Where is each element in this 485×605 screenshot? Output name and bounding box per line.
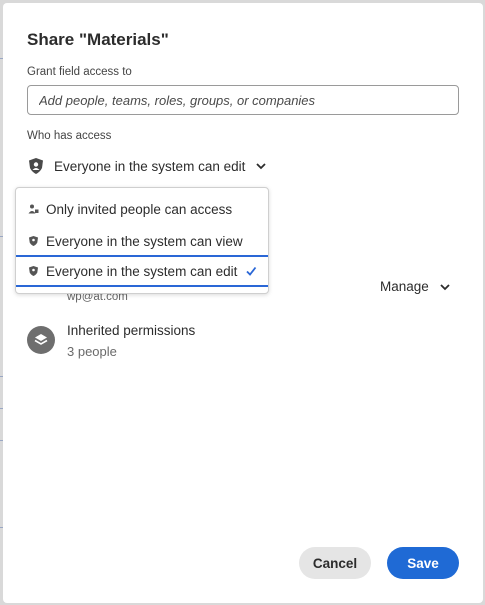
menu-item-label: Only invited people can access bbox=[46, 201, 233, 217]
save-button[interactable]: Save bbox=[387, 547, 459, 579]
grant-access-label: Grant field access to bbox=[27, 66, 132, 78]
menu-item-everyone-edit[interactable]: Everyone in the system can edit bbox=[16, 255, 268, 287]
shield-icon bbox=[28, 236, 39, 247]
shield-icon bbox=[27, 157, 45, 175]
chevron-down-icon bbox=[255, 160, 267, 172]
menu-item-label: Everyone in the system can edit bbox=[46, 263, 238, 279]
layers-icon bbox=[27, 326, 55, 354]
access-level-menu: Only invited people can access Everyone … bbox=[15, 187, 269, 294]
inherited-permissions-title: Inherited permissions bbox=[67, 323, 196, 338]
menu-item-label: Everyone in the system can view bbox=[46, 233, 243, 249]
member-role-dropdown[interactable]: Manage bbox=[380, 279, 451, 294]
access-level-dropdown[interactable]: Everyone in the system can edit bbox=[27, 155, 267, 177]
menu-item-invited-only[interactable]: Only invited people can access bbox=[16, 193, 268, 225]
dialog-title: Share "Materials" bbox=[27, 30, 169, 49]
access-level-value: Everyone in the system can edit bbox=[54, 158, 246, 174]
member-role-label: Manage bbox=[380, 279, 429, 294]
invited-person-icon bbox=[28, 204, 39, 215]
checkmark-icon bbox=[245, 265, 257, 277]
inherited-permissions-count: 3 people bbox=[67, 344, 117, 359]
chevron-down-icon bbox=[439, 281, 451, 293]
who-has-access-label: Who has access bbox=[27, 130, 112, 142]
grant-access-input[interactable] bbox=[27, 85, 459, 115]
menu-item-everyone-view[interactable]: Everyone in the system can view bbox=[16, 225, 268, 257]
share-dialog: Share "Materials" Grant field access to … bbox=[3, 3, 483, 603]
shield-icon bbox=[28, 266, 39, 277]
cancel-button[interactable]: Cancel bbox=[299, 547, 371, 579]
